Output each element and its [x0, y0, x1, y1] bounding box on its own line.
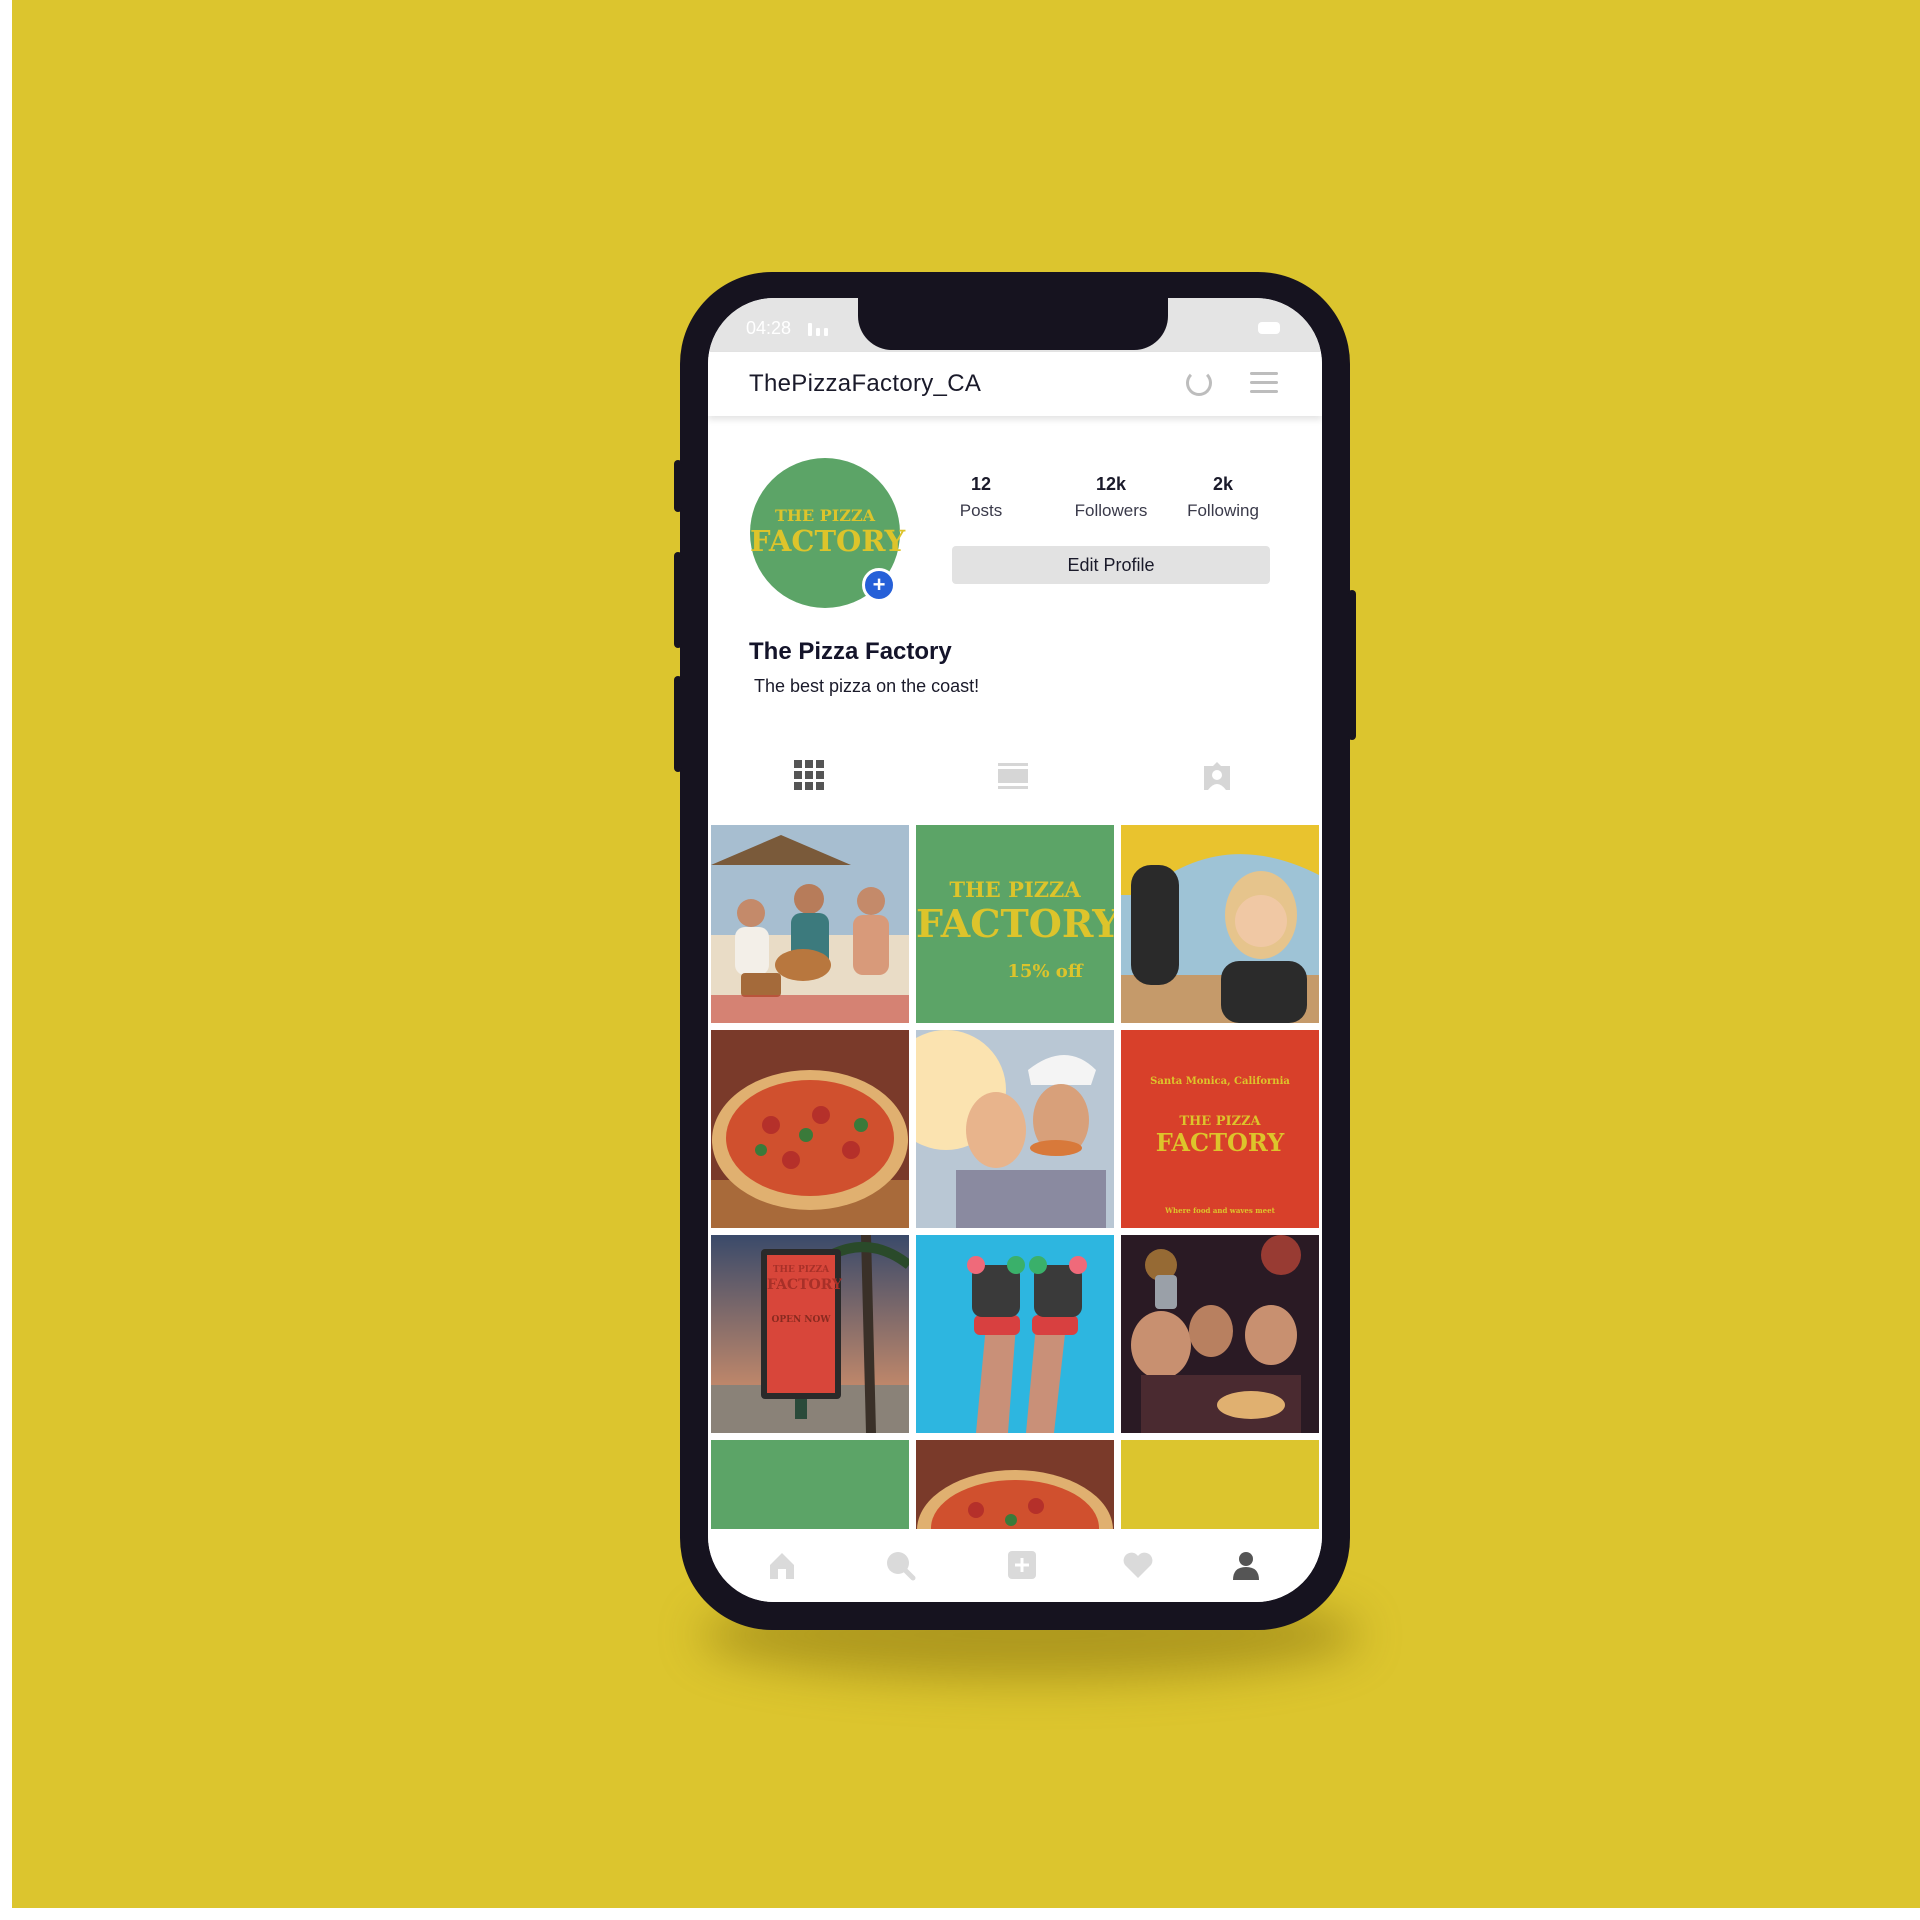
edit-profile-button[interactable]: Edit Profile	[952, 546, 1270, 584]
stat-following[interactable]: 2k Following	[1168, 474, 1278, 521]
post-tile[interactable]	[711, 825, 909, 1023]
avatar-logo-line2: FACTORY	[750, 524, 906, 558]
post-location-tagline: Where food and waves meet	[1165, 1206, 1275, 1215]
phone-side-button-2	[674, 552, 682, 648]
phone-notch	[858, 298, 1168, 350]
post-billboard-line2: FACTORY	[767, 1277, 842, 1293]
post-tile-promo[interactable]: THE PIZZA FACTORY 15% off	[916, 825, 1114, 1023]
phone-side-button-1	[674, 460, 682, 512]
bottom-nav	[708, 1529, 1322, 1602]
add-post-icon[interactable]	[1006, 1549, 1038, 1581]
heart-icon[interactable]	[1122, 1549, 1154, 1581]
stat-posts-label: Posts	[959, 501, 1003, 520]
phone-screen: 04:28 ThePizzaFactory_CA THE PIZZA FACTO…	[708, 298, 1322, 1602]
status-time: 04:28	[746, 318, 792, 338]
avatar-logo: THE PIZZA FACTORY	[750, 506, 906, 558]
post-tile[interactable]	[1121, 1235, 1319, 1433]
feed-icon[interactable]	[998, 763, 1028, 789]
profile-username: ThePizzaFactory_CA	[749, 370, 982, 397]
post-promo-line1: THE PIZZA	[949, 877, 1081, 902]
search-icon[interactable]	[884, 1549, 916, 1581]
post-promo-line2: FACTORY	[916, 901, 1114, 946]
refresh-icon[interactable]	[1186, 370, 1212, 396]
phone-side-button-3	[674, 676, 682, 772]
menu-icon[interactable]	[1250, 372, 1278, 394]
stat-posts[interactable]: 12 Posts	[926, 474, 1036, 521]
post-location-line2: FACTORY	[1155, 1128, 1285, 1157]
posts-grid: THE PIZZA FACTORY 15% off Santa Monica, …	[708, 825, 1322, 1529]
app-header: ThePizzaFactory_CA	[708, 352, 1322, 416]
stat-following-value: 2k	[1212, 474, 1234, 494]
stat-followers-label: Followers	[1074, 501, 1148, 520]
profile-icon[interactable]	[1230, 1549, 1262, 1581]
stat-posts-value: 12	[970, 474, 992, 494]
post-tile-billboard[interactable]: THE PIZZA FACTORY OPEN NOW	[711, 1235, 909, 1433]
stat-following-label: Following	[1187, 501, 1259, 520]
grid-icon[interactable]	[794, 760, 824, 790]
post-promo-discount: 15% off	[1007, 961, 1083, 982]
profile-bio: The best pizza on the coast!	[754, 676, 980, 696]
post-tile[interactable]	[711, 1030, 909, 1228]
signal-icon	[808, 322, 830, 336]
post-location-city: Santa Monica, California	[1150, 1076, 1290, 1087]
image-border-bottom	[0, 1908, 1920, 1920]
post-tile[interactable]	[1121, 1440, 1319, 1529]
post-tile[interactable]	[916, 1235, 1114, 1433]
home-icon[interactable]	[766, 1549, 798, 1581]
stat-followers[interactable]: 12k Followers	[1056, 474, 1166, 521]
post-tile[interactable]	[916, 1440, 1114, 1529]
profile-display-name: The Pizza Factory	[749, 638, 952, 665]
post-tile-location[interactable]: Santa Monica, California THE PIZZA FACTO…	[1121, 1030, 1319, 1228]
image-border-left	[0, 0, 12, 1920]
post-tile[interactable]	[1121, 825, 1319, 1023]
tagged-icon[interactable]	[1202, 762, 1232, 790]
post-billboard-line3: OPEN NOW	[771, 1315, 831, 1325]
avatar-logo-line1: THE PIZZA	[774, 506, 876, 525]
post-location-line1: THE PIZZA	[1179, 1114, 1261, 1129]
phone-frame: 04:28 ThePizzaFactory_CA THE PIZZA FACTO…	[674, 272, 1356, 1630]
post-tile[interactable]	[916, 1030, 1114, 1228]
stat-followers-value: 12k	[1095, 474, 1127, 494]
add-story-icon[interactable]: +	[862, 568, 896, 602]
phone-side-button-4	[1348, 590, 1356, 740]
post-billboard-line1: THE PIZZA	[772, 1265, 830, 1275]
post-tile[interactable]	[711, 1440, 909, 1529]
battery-icon	[1258, 322, 1280, 334]
